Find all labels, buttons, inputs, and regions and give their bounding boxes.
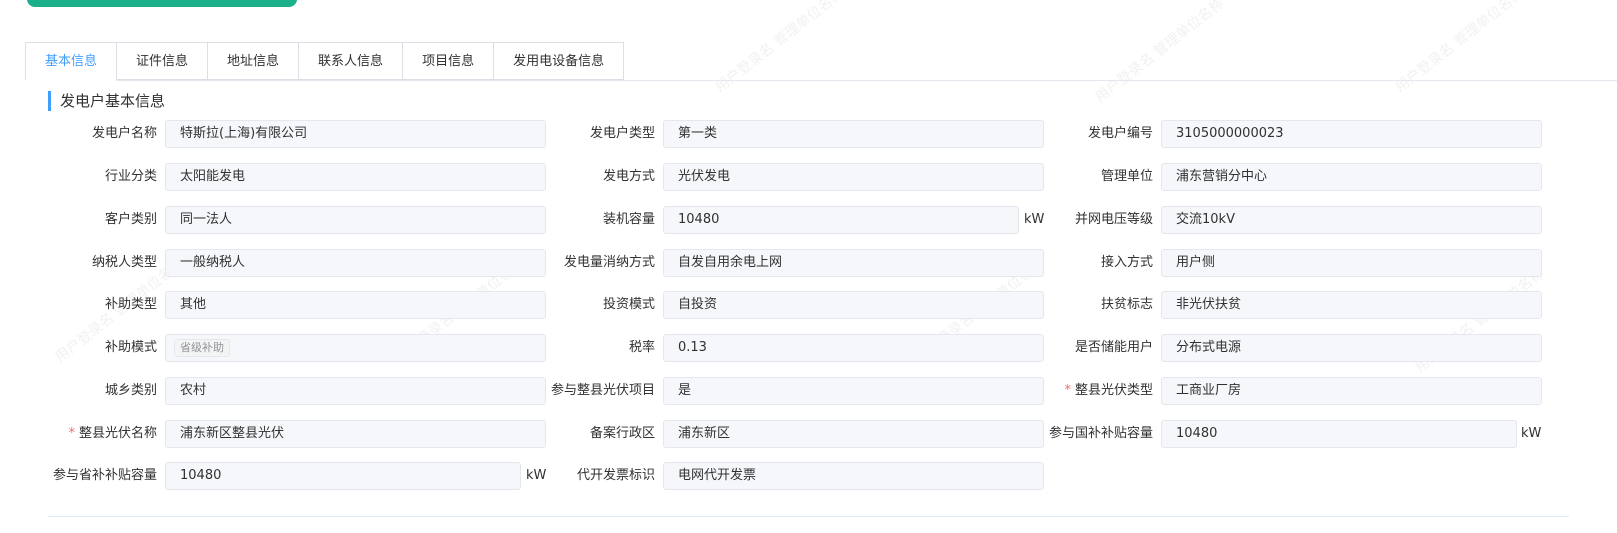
field-label: 参与整县光伏项目 [550, 383, 655, 398]
voltage-level-input[interactable]: 交流10kV [1161, 206, 1542, 234]
required-mark: * [1064, 383, 1071, 398]
county-pv-type-input[interactable]: 工商业厂房 [1161, 377, 1542, 405]
county-pv-project-input[interactable]: 是 [663, 377, 1044, 405]
field-label: * 整县光伏类型 [1003, 377, 1153, 405]
tab-basic-info[interactable]: 基本信息 [25, 42, 118, 81]
field-label: 并网电压等级 [1074, 212, 1153, 227]
tab-project-info[interactable]: 项目信息 [403, 42, 495, 80]
field-label: 参与省补补贴容量 [52, 468, 157, 483]
installed-capacity-input[interactable]: 10480 [663, 206, 1019, 234]
watermark: 用户登录名 管理单位名称 [1392, 0, 1528, 96]
subsidy-mode-input[interactable]: 省级补助 [165, 334, 546, 362]
field-label: 纳税人类型 [91, 255, 157, 270]
industry-input[interactable]: 太阳能发电 [165, 163, 546, 191]
county-pv-name-input[interactable]: 浦东新区整县光伏 [165, 420, 546, 448]
provincial-subsidy-capacity-input[interactable]: 10480 [165, 462, 521, 490]
taxpayer-type-input[interactable]: 一般纳税人 [165, 249, 546, 277]
section-title: 发电户基本信息 [48, 91, 165, 111]
generator-name-input[interactable]: 特斯拉(上海)有限公司 [165, 120, 546, 148]
field-label: * 整县光伏名称 [7, 420, 157, 448]
field-label-text: 整县光伏类型 [1074, 383, 1153, 398]
consumption-mode-input[interactable]: 自发自用余电上网 [663, 249, 1044, 277]
generator-number-input[interactable]: 3105000000023 [1161, 120, 1542, 148]
filing-region-input[interactable]: 浦东新区 [663, 420, 1044, 448]
field-label: 管理单位 [1100, 169, 1153, 184]
tab-equipment-info[interactable]: 发用电设备信息 [494, 42, 625, 80]
field-label: 投资模式 [602, 297, 655, 312]
field-label: 参与国补补贴容量 [1048, 426, 1153, 441]
field-label: 发电量消纳方式 [563, 255, 655, 270]
field-label: 接入方式 [1100, 255, 1153, 270]
field-label: 发电方式 [602, 169, 655, 184]
customer-category-input[interactable]: 同一法人 [165, 206, 546, 234]
field-label: 发电户编号 [1087, 126, 1153, 141]
bottom-divider [48, 516, 1569, 517]
field-label: 补助模式 [104, 340, 157, 355]
field-label: 代开发票标识 [576, 468, 655, 483]
field-label: 城乡类别 [104, 383, 157, 398]
invoice-flag-input[interactable]: 电网代开发票 [663, 462, 1044, 490]
field-label: 税率 [628, 340, 655, 355]
watermark: 用户登录名 管理单位名称 [712, 0, 848, 96]
subsidy-mode-tag: 省级补助 [174, 338, 230, 357]
poverty-flag-input[interactable]: 非光伏扶贫 [1161, 291, 1542, 319]
field-label: 扶贫标志 [1100, 297, 1153, 312]
field-label-text: 整县光伏名称 [78, 426, 157, 441]
national-subsidy-capacity-input[interactable]: 10480 [1161, 420, 1517, 448]
field-label: 行业分类 [104, 169, 157, 184]
tab-bar: 基本信息 证件信息 地址信息 联系人信息 项目信息 发用电设备信息 [25, 42, 625, 81]
generation-method-input[interactable]: 光伏发电 [663, 163, 1044, 191]
tab-certificate-info[interactable]: 证件信息 [117, 42, 209, 80]
watermark: 用户登录名 管理单位名称 [1092, 0, 1228, 106]
urban-rural-input[interactable]: 农村 [165, 377, 546, 405]
tab-address-info[interactable]: 地址信息 [208, 42, 300, 80]
storage-user-input[interactable]: 分布式电源 [1161, 334, 1542, 362]
field-label: 发电户类型 [589, 126, 655, 141]
access-mode-input[interactable]: 用户侧 [1161, 249, 1542, 277]
management-unit-input[interactable]: 浦东营销分中心 [1161, 163, 1542, 191]
tab-contact-info[interactable]: 联系人信息 [299, 42, 404, 80]
top-action-button[interactable] [27, 0, 297, 7]
field-label: 发电户名称 [91, 126, 157, 141]
investment-mode-input[interactable]: 自投资 [663, 291, 1044, 319]
field-label: 客户类别 [104, 212, 157, 227]
tax-rate-input[interactable]: 0.13 [663, 334, 1044, 362]
generator-type-input[interactable]: 第一类 [663, 120, 1044, 148]
field-label: 装机容量 [602, 212, 655, 227]
subsidy-type-input[interactable]: 其他 [165, 291, 546, 319]
field-label: 是否储能用户 [1074, 340, 1153, 355]
field-label: 补助类型 [104, 297, 157, 312]
field-label: 备案行政区 [589, 426, 655, 441]
required-mark: * [68, 426, 75, 441]
national-subsidy-unit: kW [1521, 426, 1542, 441]
